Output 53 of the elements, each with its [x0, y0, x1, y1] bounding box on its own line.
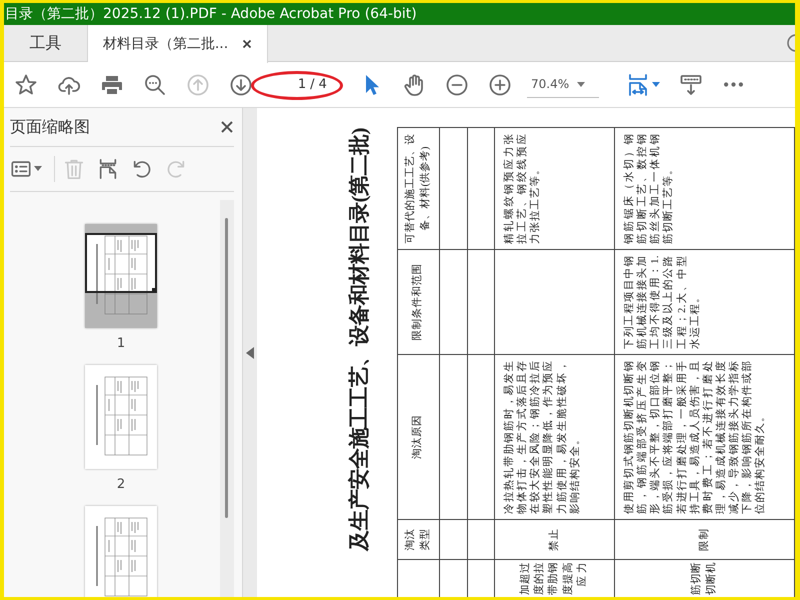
column-header: 可替代的施工工艺、设备、材料(供参考): [398, 128, 440, 250]
column-header: 淘汰原因: [398, 354, 440, 520]
cell-text-line: 度的拉: [533, 562, 546, 597]
cell-text-line: 带肋钢: [547, 562, 560, 597]
rotate-right-icon: [165, 158, 187, 180]
document-title: 及生产安全施工工艺、设备和材料目录(第二批): [346, 128, 372, 554]
star-icon: [14, 72, 38, 96]
table-cell: 下列工程项目中钢筋机械连接接头加工均不得使用：1.三级及以上的公路工程；2.大、中型水运工程。: [614, 250, 794, 354]
plus-circle-icon: [488, 72, 512, 96]
table-cell: 钢筋锯床（水切）钢筋切断工艺、数控钢筋丝头加工一体机钢筋切断工艺等。: [614, 128, 794, 250]
page-thumbnail[interactable]: [85, 506, 157, 597]
caret-icon: [577, 82, 585, 88]
page-thumbnail[interactable]: [85, 365, 157, 469]
keyboard-down-icon: [678, 72, 702, 96]
caret-icon: [652, 82, 660, 88]
scrollbar[interactable]: [220, 200, 234, 597]
arrow-down-circle-icon: [228, 72, 252, 96]
close-icon[interactable]: [220, 120, 234, 134]
table-cell: 限制: [614, 520, 794, 560]
page-fit-icon: [626, 72, 650, 96]
close-tab-icon[interactable]: [242, 39, 252, 49]
minus-circle-icon: [444, 72, 468, 96]
window-title: 目录（第二批）2025.12 (1).PDF - Adobe Acrobat Pro (64-bit): [4, 3, 795, 25]
cell-text-line: 应 力: [576, 562, 589, 589]
table-cell: 精轧螺纹钢预应力张拉工艺、钢绞线预应力张拉工艺等。: [494, 128, 614, 250]
table-cell: 使用剪切式钢筋切断机切断钢筋，钢筋端部受挤压产生变形，端头不平整，切口部位钢筋受损，应将端部打磨平整；若进行打磨处理，一般采用手持工具，易造成人员伤害，且费时费工；若不进行打磨处理，易造成机械连接有效长度减少，导致钢筋接头力学指标下降，影响钢筋所在构件或部位的结构安全耐久。: [614, 354, 794, 520]
dimmed-area: [85, 293, 157, 328]
search-icon: [142, 72, 166, 96]
page-label: 1: [116, 336, 126, 351]
page-label: 2: [116, 477, 126, 492]
collapse-panel-icon[interactable]: [246, 346, 254, 358]
trash-icon: [63, 158, 85, 180]
table-cell: 禁止: [494, 520, 614, 560]
panel-title: 页面缩略图: [10, 116, 90, 138]
visible-area-frame[interactable]: [85, 233, 157, 293]
page-count: / 4: [310, 77, 327, 92]
more-icon: [724, 82, 743, 87]
cell-text-line: 度提高: [562, 562, 575, 597]
column-header: 限制条件和范围: [398, 250, 440, 354]
page-number-field[interactable]: 1: [284, 77, 306, 92]
dimmed-area: [85, 224, 157, 233]
column-header: 淘汰类型: [398, 520, 440, 560]
cell-text-line: 切断机: [704, 562, 718, 597]
cell-text-line: 加超过: [519, 562, 532, 597]
arrow-up-circle-icon: [186, 72, 210, 96]
tab[interactable]: 材料目录（第二批...: [88, 25, 268, 63]
table-cell: 冷拉热轧带肋钢筋时，易发生物体打击，生产方式落后且存在较大安全风险；钢筋冷拉后塑性性能明显降低，作为预应力筋使用，易发生脆性破坏，影响结构安全。: [494, 354, 614, 520]
hand-icon: [402, 72, 426, 96]
rotate-left-icon: [131, 158, 153, 180]
caret-icon: [34, 166, 42, 172]
page-extract-icon: [97, 158, 119, 180]
cell-text-line: 筋切断: [690, 562, 704, 597]
page-thumbnail[interactable]: [85, 224, 157, 328]
